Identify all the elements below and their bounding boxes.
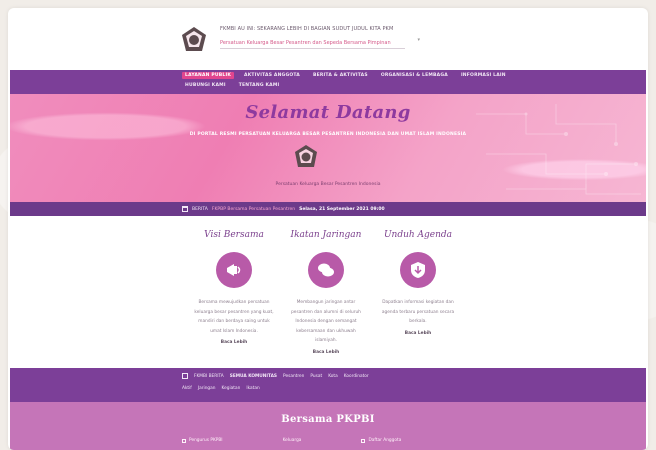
nav-row-primary: LAYANAN PUBLIK AKTIVITAS ANGGOTA BERITA …	[182, 72, 509, 79]
hero-caption: Persatuan Keluarga Besar Pesantren Indon…	[275, 182, 381, 187]
nav-row-secondary: HUBUNGI KAMI TENTANG KAMI	[182, 82, 282, 89]
read-more-link[interactable]: Baca Lebih	[280, 350, 372, 355]
news-ticker: BERITA FKPBP Bersama Persatuan Pesantren…	[182, 206, 385, 212]
links-bar: FKMBI BERITA SEMUA KOMUNITAS Pesantren P…	[10, 368, 646, 402]
nav-item-tentang[interactable]: TENTANG KAMI	[236, 82, 283, 89]
news-ticker-bar: BERITA FKPBP Bersama Persatuan Pesantren…	[10, 202, 646, 216]
footer-link[interactable]: Keluarga	[283, 438, 302, 443]
feature-card: Visi Bersama Bersama mewujudkan persatua…	[188, 230, 280, 345]
link-item[interactable]: Ikatan	[246, 386, 259, 391]
nav-item-organisasi[interactable]: ORGANISASI & LEMBAGA	[378, 72, 451, 79]
feature-icon-circle[interactable]	[308, 252, 344, 288]
feature-section: Visi Bersama Bersama mewujudkan persatua…	[8, 216, 648, 368]
nav-item-informasi[interactable]: INFORMASI LAIN	[458, 72, 509, 79]
link-item[interactable]: Aktif	[182, 386, 192, 391]
feature-title: Ikatan Jaringan	[290, 230, 362, 240]
ticker-link[interactable]: FKPBP Bersama Persatuan Pesantren	[212, 207, 295, 212]
footer-link-label: Pengurus PKPBI	[189, 438, 223, 443]
chevron-down-icon[interactable]: ▾	[417, 37, 420, 43]
feature-description: Membangun jaringan antar pesantren dan a…	[291, 300, 361, 343]
bullet-icon	[182, 438, 186, 443]
header-line1: FKMBI AU INI: SEKARANG LEBIH DI BAGIAN S…	[220, 26, 394, 32]
feature-description: Dapatkan informasi kegiatan dan agenda t…	[381, 300, 455, 324]
footer-link[interactable]: Pengurus PKPBI	[182, 438, 223, 443]
feature-icon-circle[interactable]	[216, 252, 252, 288]
browser-page: FKMBI AU INI: SEKARANG LEBIH DI BAGIAN S…	[8, 8, 648, 450]
megaphone-icon	[227, 264, 241, 276]
site-header: FKMBI AU INI: SEKARANG LEBIH DI BAGIAN S…	[8, 8, 648, 70]
square-icon	[182, 373, 188, 379]
feature-card: Ikatan Jaringan Membangun jaringan antar…	[280, 230, 372, 355]
links-row-secondary: Aktif Jaringan Kegiatan Ikatan	[182, 386, 260, 391]
header-line2: Persatuan Keluarga Besar Pesantren dan S…	[220, 40, 391, 46]
ticker-prefix: BERITA	[192, 206, 208, 212]
calendar-icon	[182, 206, 188, 212]
footer-section: Bersama PKPBI Pengurus PKPBI Keluarga Da…	[10, 402, 646, 450]
link-item[interactable]: SEMUA KOMUNITAS	[230, 374, 277, 379]
nav-item-aktivitas[interactable]: AKTIVITAS ANGGOTA	[241, 72, 303, 79]
link-item[interactable]: FKMBI BERITA	[194, 374, 224, 379]
feature-card: Unduh Agenda Dapatkan informasi kegiatan…	[372, 230, 464, 336]
hero-subtitle: DI PORTAL RESMI PERSATUAN KELUARGA BESAR…	[189, 132, 467, 137]
footer-links: Pengurus PKPBI Keluarga Daftar Anggota	[182, 438, 401, 443]
link-item[interactable]: Jaringan	[198, 386, 216, 391]
footer-title: Bersama PKPBI	[281, 414, 375, 425]
site-logo-icon[interactable]	[179, 26, 209, 54]
hero-banner: Selamat Datang DI PORTAL RESMI PERSATUAN…	[10, 94, 646, 202]
ticker-date: Selasa, 21 September 2021 09:00	[299, 206, 385, 212]
links-row-primary: FKMBI BERITA SEMUA KOMUNITAS Pesantren P…	[182, 373, 369, 379]
bullet-icon	[361, 438, 366, 443]
link-item[interactable]: Kota	[328, 374, 338, 379]
feature-title: Visi Bersama	[204, 230, 264, 240]
nav-item-layanan[interactable]: LAYANAN PUBLIK	[182, 72, 235, 79]
chat-bubbles-icon	[318, 263, 334, 277]
footer-link-label: Keluarga	[282, 438, 302, 443]
footer-link-label: Daftar Anggota	[368, 438, 402, 443]
read-more-link[interactable]: Baca Lebih	[372, 331, 464, 336]
link-item[interactable]: Pesantren	[283, 374, 304, 379]
read-more-link[interactable]: Baca Lebih	[188, 340, 280, 345]
nav-item-berita[interactable]: BERITA & AKTIVITAS	[310, 72, 371, 79]
feature-description: Bersama mewujudkan persatuan keluarga be…	[194, 300, 274, 334]
main-nav: LAYANAN PUBLIK AKTIVITAS ANGGOTA BERITA …	[10, 70, 646, 94]
footer-link[interactable]: Daftar Anggota	[361, 438, 401, 443]
header-divider	[220, 48, 405, 49]
feature-icon-circle[interactable]	[400, 252, 436, 288]
header-text: FKMBI AU INI: SEKARANG LEBIH DI BAGIAN S…	[220, 26, 420, 49]
shield-download-icon	[411, 262, 425, 278]
link-item[interactable]: Pusat	[310, 374, 322, 379]
link-item[interactable]: Koordinator	[344, 374, 369, 379]
link-item[interactable]: Kegiatan	[222, 386, 241, 391]
feature-title: Unduh Agenda	[383, 230, 453, 240]
hero-title: Selamat Datang	[245, 102, 411, 123]
emblem-icon	[295, 145, 317, 167]
nav-item-hubungi[interactable]: HUBUNGI KAMI	[182, 82, 229, 89]
